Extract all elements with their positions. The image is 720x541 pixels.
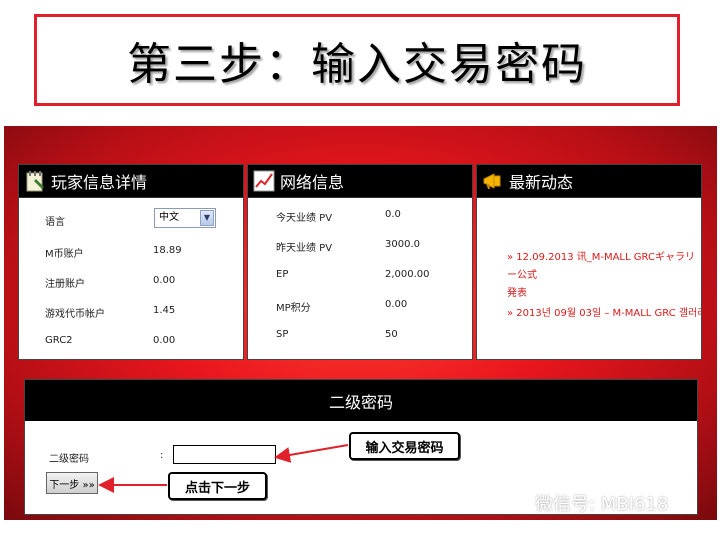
language-select[interactable]: 中文 ▼ (154, 208, 216, 228)
row-value-grc2: 0.00 (153, 335, 176, 346)
row-value-mp: 0.00 (385, 299, 408, 310)
password-field-label: 二级密码 (49, 454, 89, 465)
news-item[interactable]: » 12.09.2013 讯_M-MALL GRCギャラリー公式 発表 (507, 249, 697, 303)
player-info-title: 玩家信息详情 (51, 173, 148, 192)
row-label-ep: EP (276, 269, 289, 280)
row-label-sp: SP (276, 329, 289, 340)
secondary-password-header: 二级密码 (25, 380, 697, 421)
row-label-register: 注册账户 (45, 279, 85, 290)
row-label-game-token: 游戏代币帐户 (45, 309, 105, 320)
row-value-game-token: 1.45 (153, 305, 176, 316)
network-info-panel: 网络信息 今天业绩 PV 0.0 昨天业绩 PV 3000.0 EP 2,000… (247, 164, 473, 360)
row-label-mcoin: M币账户 (45, 249, 84, 260)
wechat-watermark: 微信号: MBI618 (505, 490, 668, 516)
row-value-yesterday-pv: 3000.0 (385, 239, 420, 250)
player-info-header: 玩家信息详情 (19, 165, 243, 198)
callout-click-next: 点击下一步 (168, 472, 267, 500)
row-value-sp: 50 (385, 329, 398, 340)
next-step-button[interactable]: 下一步 »» (46, 472, 98, 494)
notepad-icon (26, 171, 44, 192)
player-info-panel: 玩家信息详情 语言 中文 ▼ M币账户 18.89 注册账户 0.00 游戏代币… (18, 164, 244, 360)
language-select-value: 中文 (159, 212, 179, 223)
slide-title: 第三步：输入交易密码 (127, 39, 587, 90)
network-info-header: 网络信息 (248, 165, 472, 198)
slide-title-box: 第三步：输入交易密码 (34, 14, 680, 106)
row-label-language: 语言 (45, 217, 65, 228)
news-item-line: 発表 (507, 288, 527, 299)
secondary-password-title: 二级密码 (328, 392, 393, 412)
secondary-password-input[interactable] (173, 445, 276, 464)
row-value-ep: 2,000.00 (385, 269, 430, 280)
row-value-mcoin: 18.89 (153, 245, 182, 256)
news-panel: 最新动态 » 12.09.2013 讯_M-MALL GRCギャラリー公式 発表… (476, 164, 702, 360)
wechat-icon (505, 494, 530, 512)
row-label-mp: MP积分 (276, 303, 311, 314)
chevron-down-icon[interactable]: ▼ (200, 210, 214, 226)
row-value-register: 0.00 (153, 275, 176, 286)
row-label-today-pv: 今天业绩 PV (276, 213, 333, 224)
network-info-title: 网络信息 (280, 173, 345, 192)
news-title: 最新动态 (509, 173, 574, 192)
row-label-yesterday-pv: 昨天业绩 PV (276, 243, 333, 254)
news-item[interactable]: » 2013년 09월 03일 – M-MALL GRC 갤러리 공 (507, 305, 701, 323)
callout-enter-password: 输入交易密码 (349, 432, 460, 460)
news-item-line: » 2013년 09월 03일 – M-MALL GRC 갤러리 공 (507, 308, 701, 319)
password-field-colon: : (160, 450, 164, 461)
news-item-line: » 12.09.2013 讯_M-MALL GRCギャラリー公式 (507, 252, 695, 281)
row-label-grc2: GRC2 (45, 335, 73, 346)
watermark-text: 微信号: MBI618 (535, 494, 669, 515)
row-value-today-pv: 0.0 (385, 209, 401, 220)
megaphone-icon (483, 173, 501, 189)
screenshot-area: 玩家信息详情 语言 中文 ▼ M币账户 18.89 注册账户 0.00 游戏代币… (4, 126, 717, 520)
news-header: 最新动态 (477, 165, 701, 198)
line-chart-icon (253, 170, 275, 192)
